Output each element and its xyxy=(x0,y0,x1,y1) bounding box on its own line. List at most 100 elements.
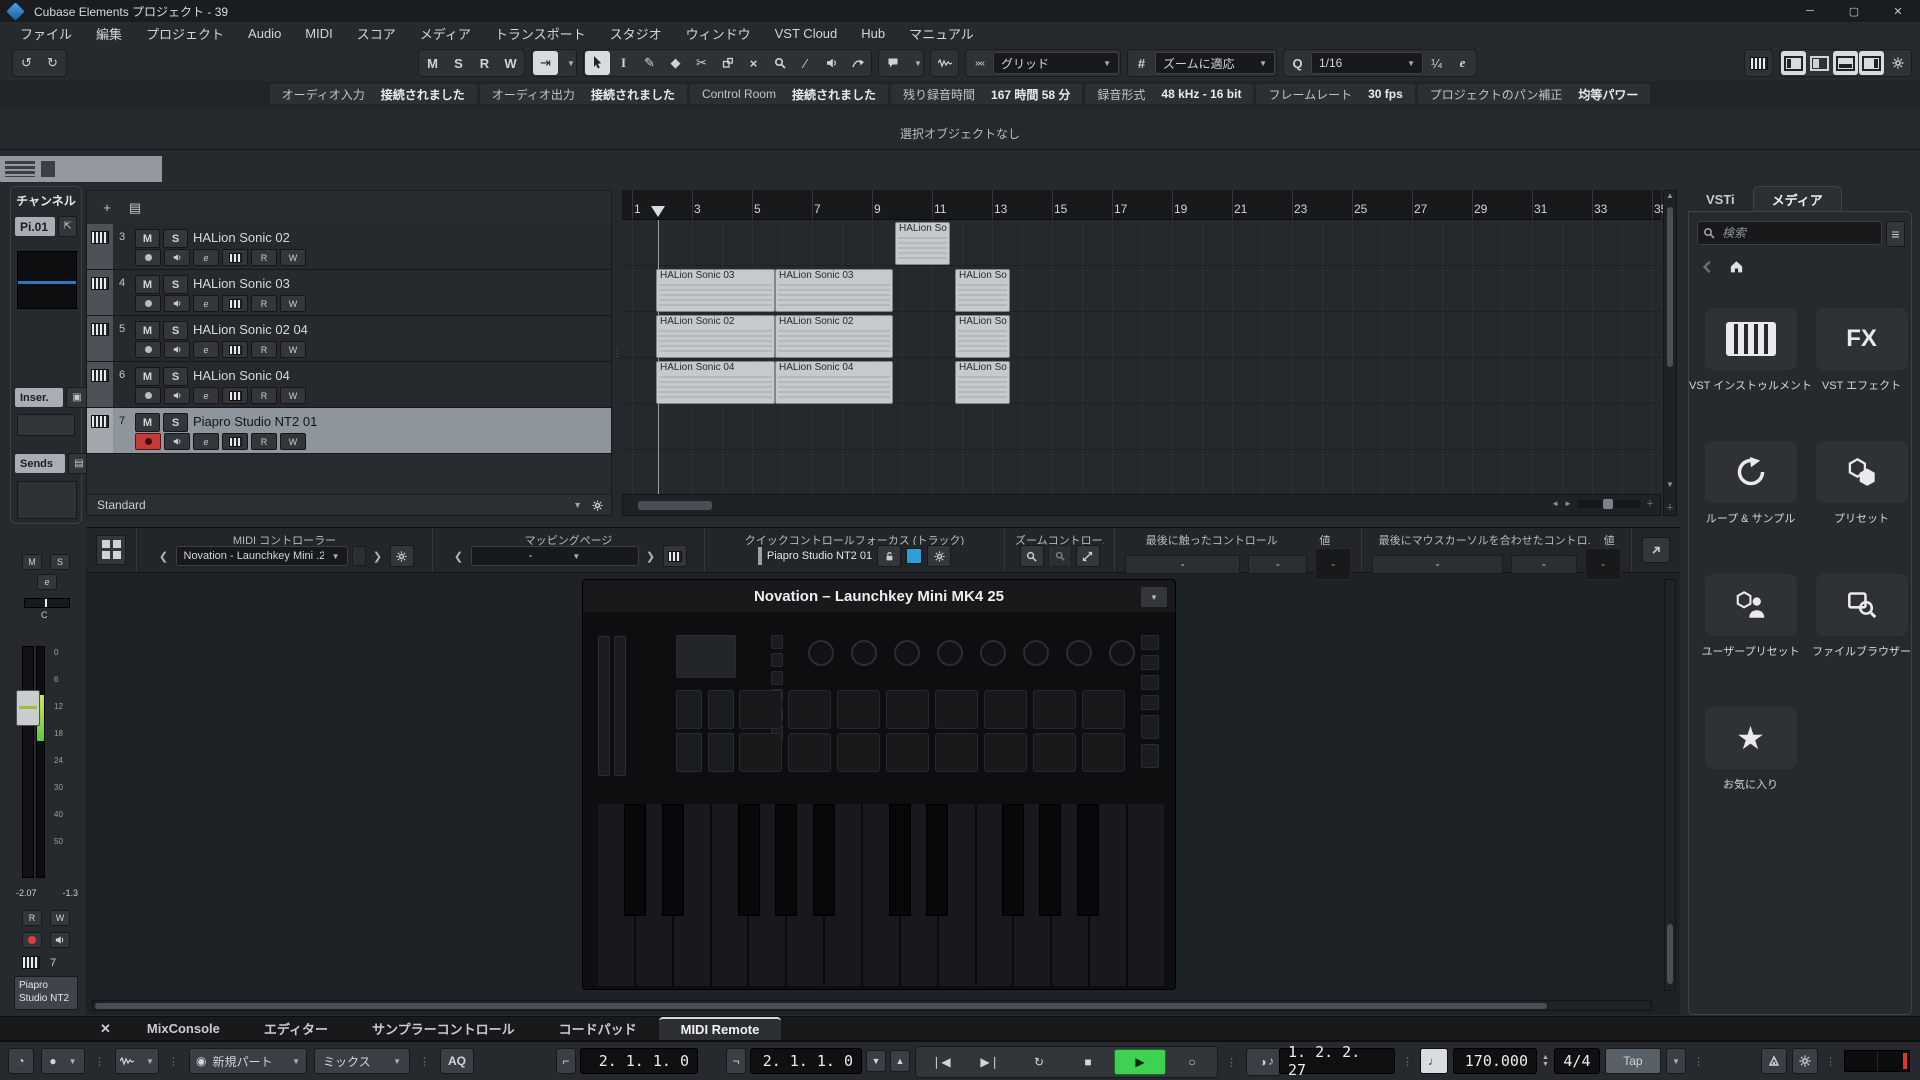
midi-clip[interactable]: HALion Sonic 04 xyxy=(656,361,775,404)
tab-editor[interactable]: エディター xyxy=(242,1017,350,1040)
scroll-right-icon[interactable]: ► xyxy=(1564,499,1572,508)
menu-midi[interactable]: MIDI xyxy=(293,26,344,41)
pad[interactable] xyxy=(935,733,978,772)
lower-zone-toggle[interactable] xyxy=(1833,51,1858,75)
track-record-button[interactable] xyxy=(135,387,161,404)
pad[interactable] xyxy=(935,690,978,729)
right-zone-toggle[interactable] xyxy=(1859,51,1884,75)
pad[interactable] xyxy=(837,690,880,729)
controller-prev-icon[interactable]: ❮ xyxy=(156,546,172,566)
knob[interactable] xyxy=(980,640,1006,666)
pan-slider[interactable] xyxy=(24,598,70,608)
arrangement-grid[interactable]: HALion So HALion Sonic 03 HALion Sonic 0… xyxy=(622,220,1661,496)
track-write-button[interactable]: W xyxy=(280,433,306,450)
pad[interactable] xyxy=(984,690,1027,729)
preset-chevron-icon[interactable]: ▼ xyxy=(573,500,582,510)
tempo-spinner[interactable]: ▲▼ xyxy=(1542,1054,1549,1068)
pad[interactable] xyxy=(788,733,831,772)
timeline-ruler[interactable]: 1 3 5 7 9 11 13 15 17 19 21 23 25 27 29 … xyxy=(622,190,1661,220)
track-mute-button[interactable]: M xyxy=(135,229,160,248)
track-instrument-button[interactable] xyxy=(222,387,248,404)
tile-favorites[interactable]: ★ お気に入り xyxy=(1705,707,1797,792)
quantize-dropdown[interactable]: 1/16▼ xyxy=(1311,52,1423,74)
track-mute-button[interactable]: M xyxy=(135,275,160,294)
midi-insert-mode-dropdown[interactable]: ◉新規パート▼ xyxy=(189,1048,307,1074)
pad[interactable] xyxy=(886,690,929,729)
strip-monitor-button[interactable] xyxy=(50,932,70,948)
midi-activity-icon[interactable] xyxy=(1761,1048,1787,1074)
autoscroll-toggle[interactable]: ⇥ xyxy=(533,51,558,75)
status-audio-output[interactable]: オーディオ出力接続されました xyxy=(480,84,687,104)
sends-slot[interactable] xyxy=(17,481,77,519)
midi-clip[interactable]: HALion Sonic 04 xyxy=(775,361,893,404)
track-record-button[interactable] xyxy=(135,341,161,358)
left-locator-display[interactable]: 2. 1. 1. 0 xyxy=(580,1048,698,1074)
grid-type-dropdown[interactable]: ズームに適応▼ xyxy=(1155,52,1275,74)
tile-vst-effects[interactable]: FX VST エフェクト xyxy=(1816,308,1908,393)
zoom-out-icon[interactable] xyxy=(1048,545,1072,567)
track-write-button[interactable]: W xyxy=(280,341,306,358)
play-tool[interactable] xyxy=(819,51,844,75)
pad[interactable] xyxy=(837,733,880,772)
hzoom-thumb[interactable] xyxy=(1603,499,1613,509)
add-track-button[interactable]: + xyxy=(97,199,117,217)
track-preset-button[interactable]: ▤ xyxy=(125,199,145,217)
pad[interactable] xyxy=(739,690,782,729)
pitch-strip[interactable] xyxy=(598,636,610,776)
hzoom-plus-icon[interactable]: ＋ xyxy=(1646,498,1654,509)
strip-mute-button[interactable]: M xyxy=(22,554,42,570)
track-write-button[interactable]: W xyxy=(280,295,306,312)
arrangement-vscrollbar[interactable]: ▲ ▼ ＋ xyxy=(1663,190,1677,516)
device-collapse-icon[interactable]: ▼ xyxy=(1140,586,1168,608)
tab-chord-pads[interactable]: コードパッド xyxy=(537,1017,659,1040)
track-name[interactable]: Piapro Studio NT2 01 xyxy=(193,414,317,429)
pad[interactable] xyxy=(739,733,782,772)
scroll-left-icon[interactable]: ◄ xyxy=(1551,499,1559,508)
undo-button[interactable]: ↺ xyxy=(14,51,39,75)
lowerzone-vscrollbar[interactable] xyxy=(1664,579,1676,991)
mod-strip[interactable] xyxy=(614,636,626,776)
scroll-down-icon[interactable]: ▼ xyxy=(1664,480,1676,489)
inserts-section-button[interactable]: Inser. xyxy=(15,388,63,407)
channel-open-icon[interactable]: ⇱ xyxy=(58,216,77,237)
write-all-button[interactable]: W xyxy=(498,51,523,75)
tile-file-browser[interactable]: ファイルブラウザー xyxy=(1812,574,1911,659)
menu-studio[interactable]: スタジオ xyxy=(598,24,674,43)
track-row[interactable]: 4 MS HALion Sonic 03 e R W xyxy=(87,270,611,316)
function-button[interactable] xyxy=(676,733,702,772)
pad[interactable] xyxy=(1033,690,1076,729)
tab-mixconsole[interactable]: MixConsole xyxy=(125,1017,242,1040)
goto-end-button[interactable]: ▶❘ xyxy=(967,1049,1013,1075)
focus-track-name[interactable]: Piapro Studio NT2 01 xyxy=(767,550,872,562)
lowerzone-hscrollbar[interactable] xyxy=(92,1000,1652,1011)
controller-mini-box[interactable] xyxy=(352,546,366,566)
close-button[interactable]: ✕ xyxy=(1876,0,1920,22)
hscroll-thumb[interactable] xyxy=(638,501,712,510)
controller-settings-gear-icon[interactable] xyxy=(390,545,414,567)
lowerzone-vscroll-thumb[interactable] xyxy=(1667,924,1673,984)
menu-hub[interactable]: Hub xyxy=(849,26,897,41)
mute-tool[interactable]: × xyxy=(741,51,766,75)
strip-record-button[interactable] xyxy=(22,932,42,948)
punch-out-icon[interactable]: ▲ xyxy=(890,1050,910,1072)
cycle-button[interactable]: ↻ xyxy=(1016,1049,1062,1075)
track-solo-button[interactable]: S xyxy=(163,229,188,248)
track-mute-button[interactable]: M xyxy=(135,321,160,340)
tempo-track-icon[interactable]: ♩ xyxy=(1420,1048,1448,1074)
zoom-fit-icon[interactable] xyxy=(1076,545,1100,567)
track-monitor-button[interactable] xyxy=(164,295,190,312)
function-button[interactable] xyxy=(708,690,734,729)
iterative-quantize-button[interactable]: ¼ xyxy=(1424,51,1449,75)
track-read-button[interactable]: R xyxy=(251,341,277,358)
strip-read-button[interactable]: R xyxy=(22,910,42,926)
track-height-preset[interactable]: Standard xyxy=(97,498,146,512)
hzoom-slider[interactable] xyxy=(1577,500,1641,508)
snap-zero-crossing-toggle[interactable] xyxy=(932,51,957,75)
arrangement-hscrollbar[interactable]: ◄ ► ＋ xyxy=(622,494,1661,516)
track-write-button[interactable]: W xyxy=(280,387,306,404)
tile-vst-instruments[interactable]: VST インストゥルメント xyxy=(1689,308,1812,393)
track-solo-button[interactable]: S xyxy=(163,413,188,432)
track-read-button[interactable]: R xyxy=(251,433,277,450)
maximize-button[interactable]: ▢ xyxy=(1832,0,1876,22)
track-edit-button[interactable]: e xyxy=(193,295,219,312)
